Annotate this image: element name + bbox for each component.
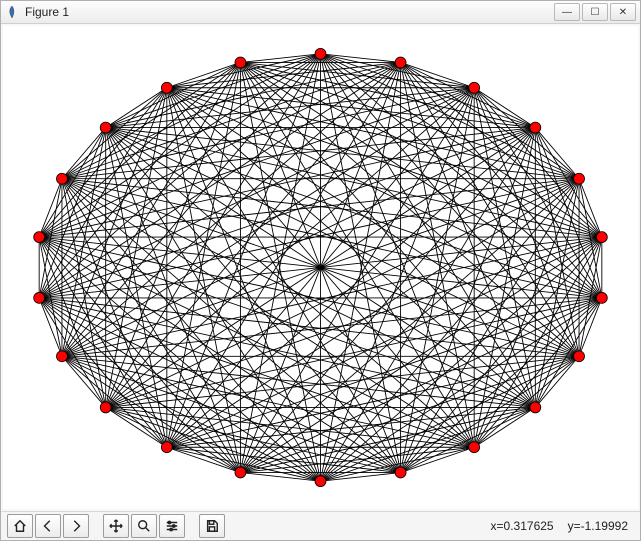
pan-button[interactable] [103,514,129,538]
cursor-status: x=0.317625 y=-1.19992 [491,519,634,533]
titlebar: Figure 1 — ☐ ✕ [1,1,640,24]
save-button[interactable] [199,514,225,538]
nav-toolbar: x=0.317625 y=-1.19992 [1,511,640,540]
configure-subplots-button[interactable] [159,514,185,538]
arrow-right-icon [69,519,83,533]
close-button[interactable]: ✕ [610,3,636,21]
sliders-icon [165,519,179,533]
status-y: y=-1.19992 [568,519,628,533]
graph-svg [3,26,638,509]
tk-icon [5,5,19,19]
back-button[interactable] [35,514,61,538]
figure-window: Figure 1 — ☐ ✕ [0,0,641,541]
plot-canvas[interactable] [3,26,638,509]
home-icon [13,519,27,533]
zoom-icon [137,519,151,533]
forward-button[interactable] [63,514,89,538]
arrow-left-icon [41,519,55,533]
status-x: x=0.317625 [491,519,554,533]
minimize-button[interactable]: — [554,3,580,21]
window-title: Figure 1 [25,5,548,19]
move-icon [109,519,123,533]
save-icon [205,519,219,533]
maximize-button[interactable]: ☐ [582,3,608,21]
window-controls: — ☐ ✕ [554,3,636,21]
zoom-button[interactable] [131,514,157,538]
home-button[interactable] [7,514,33,538]
